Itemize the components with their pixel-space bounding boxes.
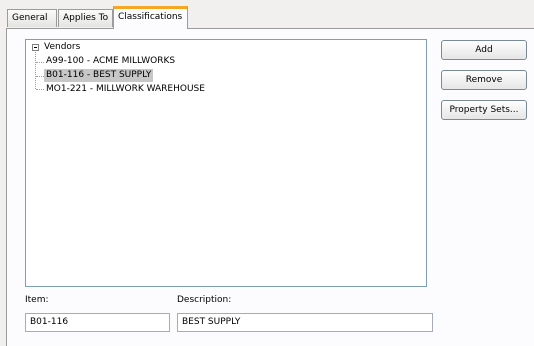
collapse-toggle-icon[interactable] xyxy=(32,44,39,51)
property-sets-button[interactable]: Property Sets... xyxy=(441,100,527,120)
vendor-tree[interactable]: Vendors A99-100 - ACME MILLWORKS B01-116… xyxy=(25,39,427,287)
remove-button[interactable]: Remove xyxy=(441,70,527,90)
item-label: Item: xyxy=(25,295,49,305)
tree-node-millwork-warehouse[interactable]: MO1-221 - MILLWORK WAREHOUSE xyxy=(44,83,207,96)
tree-node-vendors[interactable]: Vendors xyxy=(42,41,82,54)
item-field[interactable]: B01-116 xyxy=(25,313,170,332)
classifications-dialog: General Applies To Classifications Vendo… xyxy=(0,0,534,346)
tree-branch-connector xyxy=(36,62,44,63)
add-button[interactable]: Add xyxy=(441,40,527,60)
tab-general[interactable]: General xyxy=(7,9,57,27)
tree-node-best-supply[interactable]: B01-116 - BEST SUPPLY xyxy=(44,69,154,82)
tree-branch-connector xyxy=(36,89,44,90)
tab-applies-to[interactable]: Applies To xyxy=(58,9,113,27)
description-field[interactable]: BEST SUPPLY xyxy=(177,313,433,332)
tree-node-acme-millworks[interactable]: A99-100 - ACME MILLWORKS xyxy=(44,55,177,68)
tree-branch-connector xyxy=(36,76,44,77)
classifications-panel: Vendors A99-100 - ACME MILLWORKS B01-116… xyxy=(6,28,534,346)
description-label: Description: xyxy=(177,295,232,305)
tree-vertical-connector xyxy=(35,52,36,89)
tab-classifications[interactable]: Classifications xyxy=(113,6,188,29)
